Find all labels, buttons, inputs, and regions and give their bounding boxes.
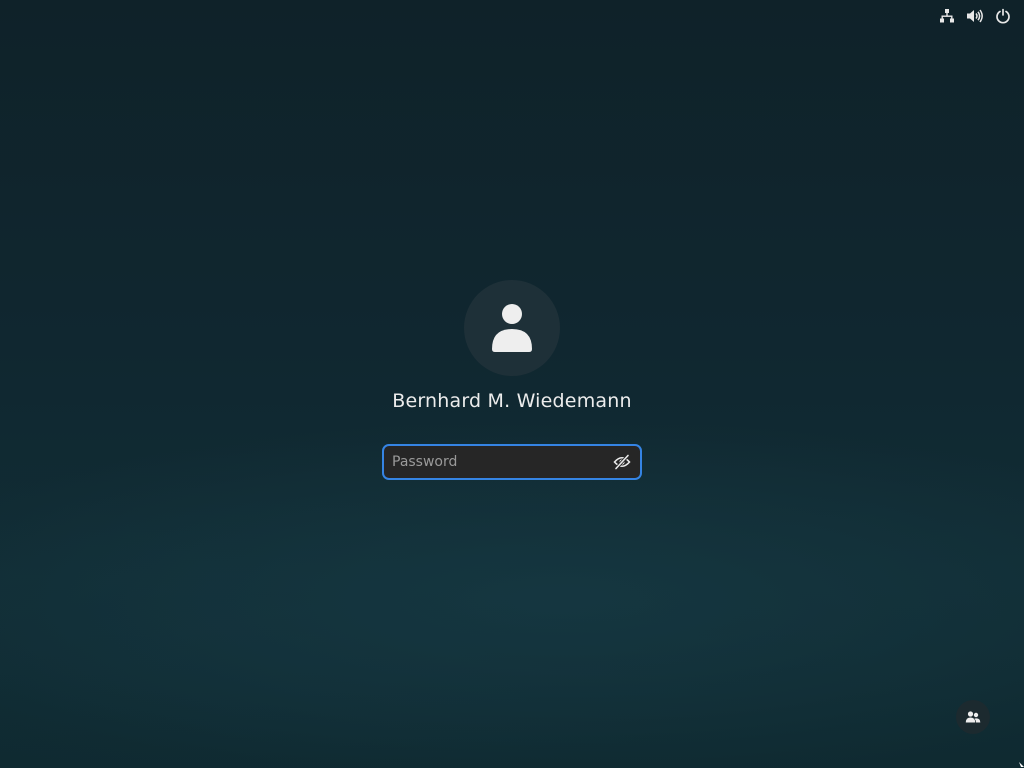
avatar <box>464 280 560 376</box>
reveal-password-button[interactable] <box>610 450 634 474</box>
switch-user-button[interactable] <box>956 700 990 734</box>
system-status-area[interactable] <box>938 6 1012 26</box>
eye-slash-icon <box>613 454 631 470</box>
user-name: Bernhard M. Wiedemann <box>392 390 632 412</box>
password-field[interactable] <box>382 444 642 480</box>
login-panel: Bernhard M. Wiedemann <box>0 280 1024 480</box>
pointer-icon <box>1019 762 1024 767</box>
volume-icon[interactable] <box>966 7 984 25</box>
user-icon <box>492 304 532 352</box>
network-icon[interactable] <box>938 7 956 25</box>
power-icon[interactable] <box>994 7 1012 25</box>
users-icon <box>965 711 981 723</box>
password-input[interactable] <box>386 448 610 476</box>
